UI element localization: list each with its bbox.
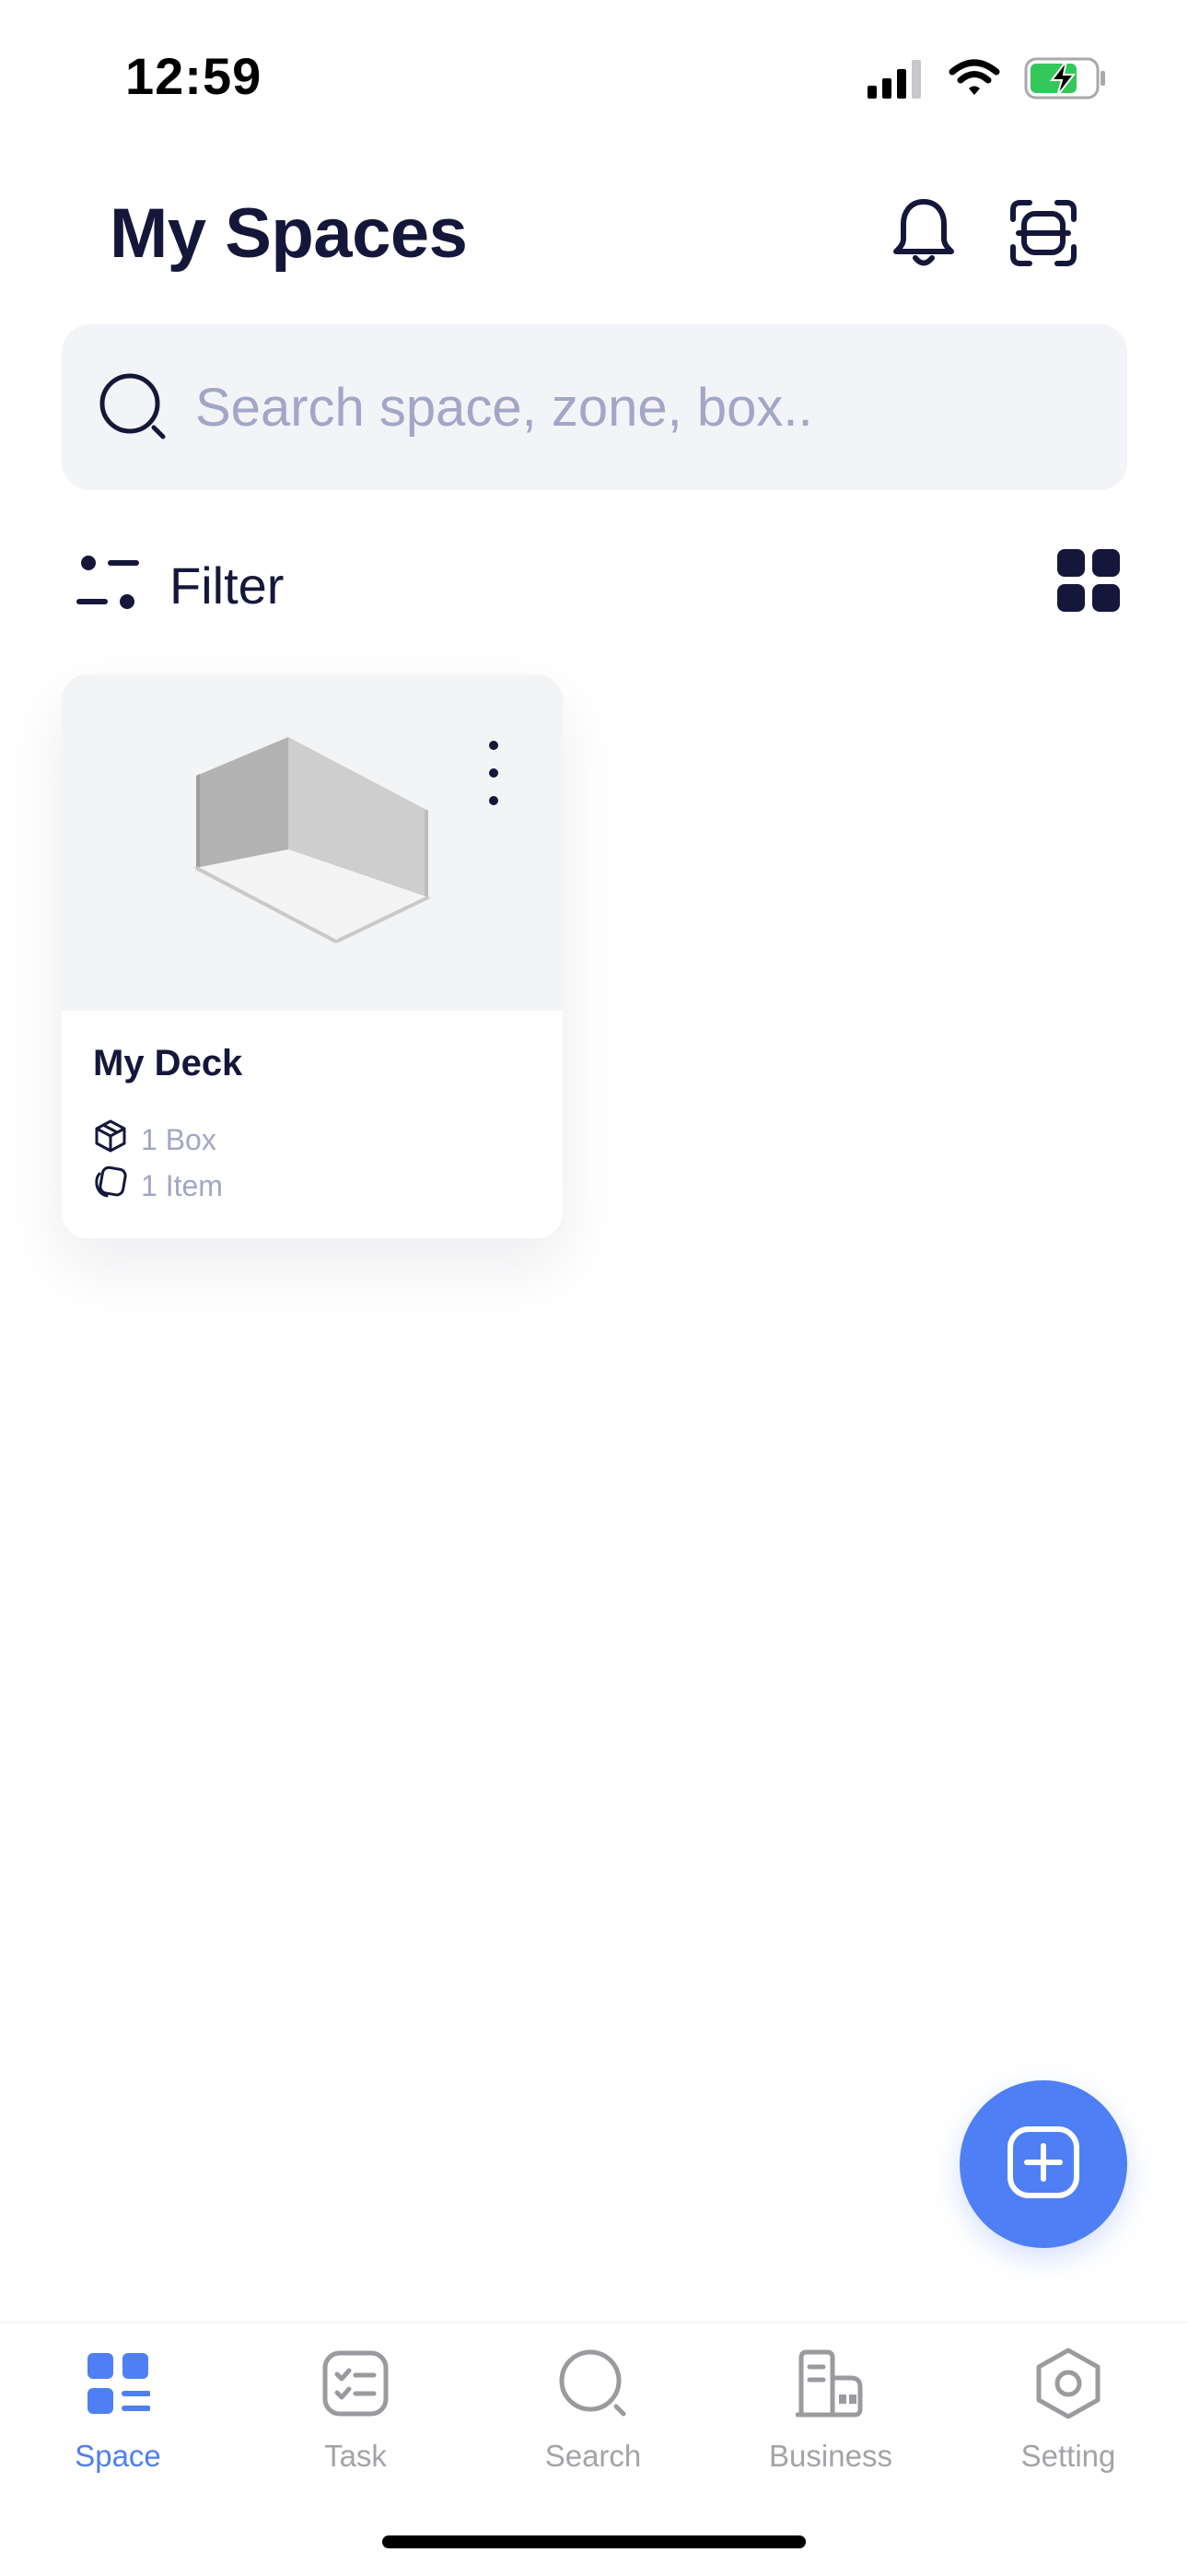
more-dot — [489, 768, 498, 778]
room-illustration — [192, 737, 432, 943]
nav-label: Business — [769, 2439, 892, 2473]
item-icon — [93, 1165, 128, 1207]
nav-space[interactable]: Space — [26, 2347, 210, 2503]
home-indicator — [382, 2535, 806, 2548]
bell-icon — [891, 196, 956, 275]
my-spaces-screen: 12:59 My Spaces Search space, zone, box.… — [0, 0, 1188, 2576]
filter-label: Filter — [169, 556, 285, 615]
nav-task[interactable]: Task — [263, 2347, 448, 2503]
nav-setting[interactable]: Setting — [976, 2347, 1160, 2503]
nav-label: Space — [75, 2439, 161, 2473]
card-more-button[interactable] — [480, 741, 507, 805]
space-thumbnail — [62, 674, 563, 1011]
scan-icon — [1009, 199, 1077, 272]
space-card[interactable]: My Deck 1 Box 1 Item — [62, 674, 563, 1238]
search-bar[interactable] — [62, 324, 1127, 490]
status-icons — [868, 57, 1107, 103]
grid-cell — [1057, 549, 1085, 577]
add-space-button[interactable] — [960, 2080, 1127, 2248]
nav-label: Task — [324, 2439, 387, 2473]
item-count: 1 Item — [141, 1168, 223, 1202]
status-time: 12:59 — [125, 47, 262, 105]
nav-label: Setting — [1020, 2439, 1116, 2473]
grid-view-toggle[interactable] — [1057, 549, 1122, 614]
wifi-icon — [949, 59, 1000, 102]
search-input[interactable] — [195, 361, 1098, 453]
filter-button[interactable]: Filter — [76, 544, 284, 626]
search-icon — [556, 2347, 630, 2420]
grid-cell — [1092, 584, 1120, 612]
task-checklist-icon — [319, 2347, 392, 2420]
nav-label: Search — [544, 2439, 642, 2473]
nav-search[interactable]: Search — [501, 2347, 685, 2503]
grid-cell — [1092, 549, 1120, 577]
page-title: My Spaces — [110, 194, 468, 273]
cellular-signal-icon — [868, 58, 925, 103]
grid-cell — [1057, 584, 1085, 612]
nav-business[interactable]: Business — [739, 2347, 923, 2503]
item-count-row: 1 Item — [93, 1165, 223, 1207]
scan-button[interactable] — [1002, 193, 1085, 276]
space-name: My Deck — [93, 1043, 243, 1083]
plus-square-icon — [1007, 2125, 1080, 2204]
filter-icon — [76, 554, 142, 617]
box-count-row: 1 Box — [93, 1118, 216, 1161]
business-icon — [794, 2347, 868, 2420]
search-icon — [97, 370, 170, 449]
box-icon — [93, 1118, 128, 1161]
more-dot — [489, 741, 498, 750]
box-count: 1 Box — [141, 1122, 216, 1156]
status-bar: 12:59 — [0, 0, 1188, 157]
battery-charging-icon — [1024, 57, 1107, 104]
setting-hexagon-icon — [1031, 2347, 1105, 2420]
space-grid-icon — [81, 2347, 155, 2420]
more-dot — [489, 796, 498, 805]
notifications-button[interactable] — [882, 193, 965, 276]
